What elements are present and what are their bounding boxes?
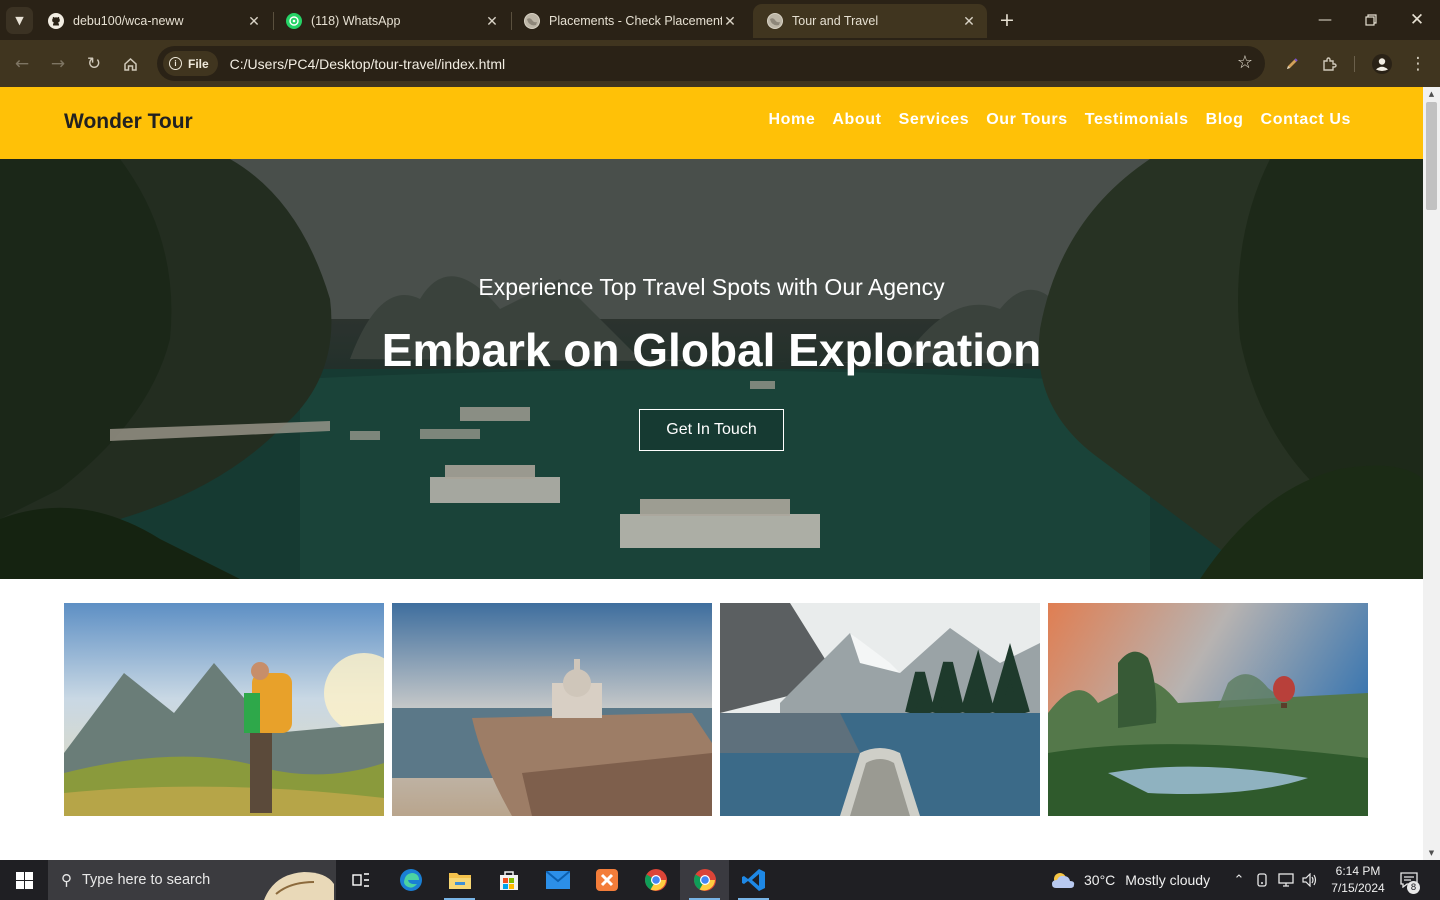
task-view-icon[interactable] (336, 860, 385, 900)
hero-title-plain: Embark on (381, 324, 620, 376)
close-window-icon[interactable]: ✕ (1394, 0, 1440, 40)
cloudy-weather-icon (1052, 873, 1075, 888)
clock-time: 6:14 PM (1335, 864, 1381, 878)
nav-about[interactable]: About (832, 111, 881, 129)
info-icon: i (169, 57, 182, 70)
page-viewport: Wonder Tour Home About Services Our Tour… (0, 87, 1423, 860)
system-clock[interactable]: 6:14 PM 7/15/2024 (1318, 863, 1398, 897)
minimize-icon[interactable]: — (1302, 0, 1348, 40)
reload-icon[interactable]: ↻ (80, 50, 108, 78)
nav-services[interactable]: Services (899, 111, 970, 129)
browser-tab-active[interactable]: Tour and Travel ✕ (753, 4, 987, 38)
url-text[interactable]: C:/Users/PC4/Desktop/tour-travel/index.h… (230, 56, 505, 72)
edge-browser-icon[interactable] (386, 860, 435, 900)
xampp-icon[interactable] (582, 860, 631, 900)
gallery-image-karst-valley[interactable] (1048, 603, 1368, 816)
tab-title: Placements - Check Placement (549, 14, 722, 28)
nav-testimonials[interactable]: Testimonials (1085, 111, 1189, 129)
tab-title: (118) WhatsApp (311, 14, 401, 28)
gallery-image-venice[interactable] (392, 603, 712, 816)
globe-icon (524, 13, 540, 29)
meet-now-icon[interactable] (1253, 860, 1273, 900)
extensions-puzzle-icon[interactable] (1315, 50, 1343, 78)
vscode-icon[interactable] (729, 860, 778, 900)
search-icon: ⚲ (61, 872, 72, 889)
page-scrollbar[interactable]: ▲ ▼ (1423, 87, 1440, 860)
bookmark-star-icon[interactable]: ☆ (1237, 52, 1253, 73)
hero-title-bold: Global Exploration (632, 324, 1042, 376)
more-menu-icon[interactable]: ⋮ (1404, 50, 1432, 78)
scroll-down-arrow-icon[interactable]: ▼ (1423, 846, 1440, 860)
hero-subtitle: Experience Top Travel Spots with Our Age… (478, 274, 945, 300)
browser-tab[interactable]: (118) WhatsApp ✕ (272, 4, 510, 38)
chrome-profile-icon[interactable] (680, 860, 729, 900)
weather-widget[interactable]: 30°C Mostly cloudy (1050, 860, 1210, 900)
nav-blog[interactable]: Blog (1206, 111, 1244, 129)
tab-search-chevron-icon[interactable]: ▼ (6, 7, 33, 34)
new-tab-plus-icon[interactable]: + (996, 9, 1018, 31)
address-bar[interactable]: i File C:/Users/PC4/Desktop/tour-travel/… (157, 46, 1265, 81)
taskbar-search-placeholder: Type here to search (82, 872, 211, 888)
gallery-image-hiker[interactable] (64, 603, 384, 816)
pencil-extension-icon[interactable] (1278, 50, 1306, 78)
globe-icon (767, 13, 783, 29)
weather-temperature: 30°C (1084, 872, 1116, 888)
profile-avatar-icon[interactable] (1368, 50, 1396, 78)
hero-title: Embark on Global Exploration (0, 323, 1423, 377)
browser-tab[interactable]: debu100/wca-neww ✕ (34, 4, 272, 38)
file-explorer-icon[interactable] (435, 860, 484, 900)
get-in-touch-button[interactable]: Get In Touch (639, 409, 784, 451)
scroll-up-arrow-icon[interactable]: ▲ (1423, 87, 1440, 101)
whatsapp-icon (286, 13, 302, 29)
browser-toolbar: ← → ↻ i File C:/Users/PC4/Desktop/tour-t… (0, 40, 1440, 87)
close-tab-icon[interactable]: ✕ (722, 13, 738, 29)
taskbar-search-box[interactable]: ⚲ Type here to search (48, 860, 336, 900)
weather-condition: Mostly cloudy (1125, 872, 1211, 888)
site-info-label: File (188, 56, 209, 71)
notification-count-badge: 8 (1407, 881, 1420, 894)
windows-start-icon[interactable] (0, 860, 48, 900)
site-info-chip[interactable]: i File (163, 51, 218, 76)
site-header: Wonder Tour Home About Services Our Tour… (0, 87, 1423, 159)
network-icon[interactable] (1275, 860, 1297, 900)
browser-tab[interactable]: Placements - Check Placement ✕ (510, 4, 748, 38)
gallery-image-mountain-lake[interactable] (720, 603, 1040, 816)
windows-taskbar: ⚲ Type here to search 30°C Mostly cloudy… (0, 860, 1440, 900)
github-icon (48, 13, 64, 29)
close-tab-icon[interactable]: ✕ (961, 13, 977, 29)
close-tab-icon[interactable]: ✕ (484, 13, 500, 29)
restore-window-icon[interactable] (1348, 0, 1394, 40)
nav-contact-us[interactable]: Contact Us (1261, 111, 1351, 129)
search-highlight-illustration (264, 872, 334, 900)
forward-arrow-icon[interactable]: → (44, 50, 72, 78)
clock-date: 7/15/2024 (1331, 881, 1385, 895)
tab-title: debu100/wca-neww (73, 14, 184, 28)
close-tab-icon[interactable]: ✕ (246, 13, 262, 29)
back-arrow-icon[interactable]: ← (8, 50, 36, 78)
hero-banner: Experience Top Travel Spots with Our Age… (0, 159, 1423, 579)
chrome-icon[interactable] (631, 860, 680, 900)
tab-title: Tour and Travel (792, 14, 879, 28)
show-hidden-icons-chevron-icon[interactable]: ⌃ (1228, 860, 1250, 900)
browser-tab-strip: ▼ debu100/wca-neww ✕ (118) WhatsApp ✕ Pl… (0, 0, 1440, 40)
toolbar-divider (1354, 56, 1355, 72)
scrollbar-thumb[interactable] (1426, 102, 1437, 210)
notifications-icon[interactable]: 8 (1396, 860, 1422, 900)
site-logo[interactable]: Wonder Tour (64, 110, 193, 134)
mail-icon[interactable] (533, 860, 582, 900)
nav-our-tours[interactable]: Our Tours (986, 111, 1068, 129)
main-nav: Home About Services Our Tours Testimonia… (769, 111, 1352, 129)
home-icon[interactable] (116, 50, 144, 78)
microsoft-store-icon[interactable] (484, 860, 533, 900)
nav-home[interactable]: Home (769, 111, 816, 129)
